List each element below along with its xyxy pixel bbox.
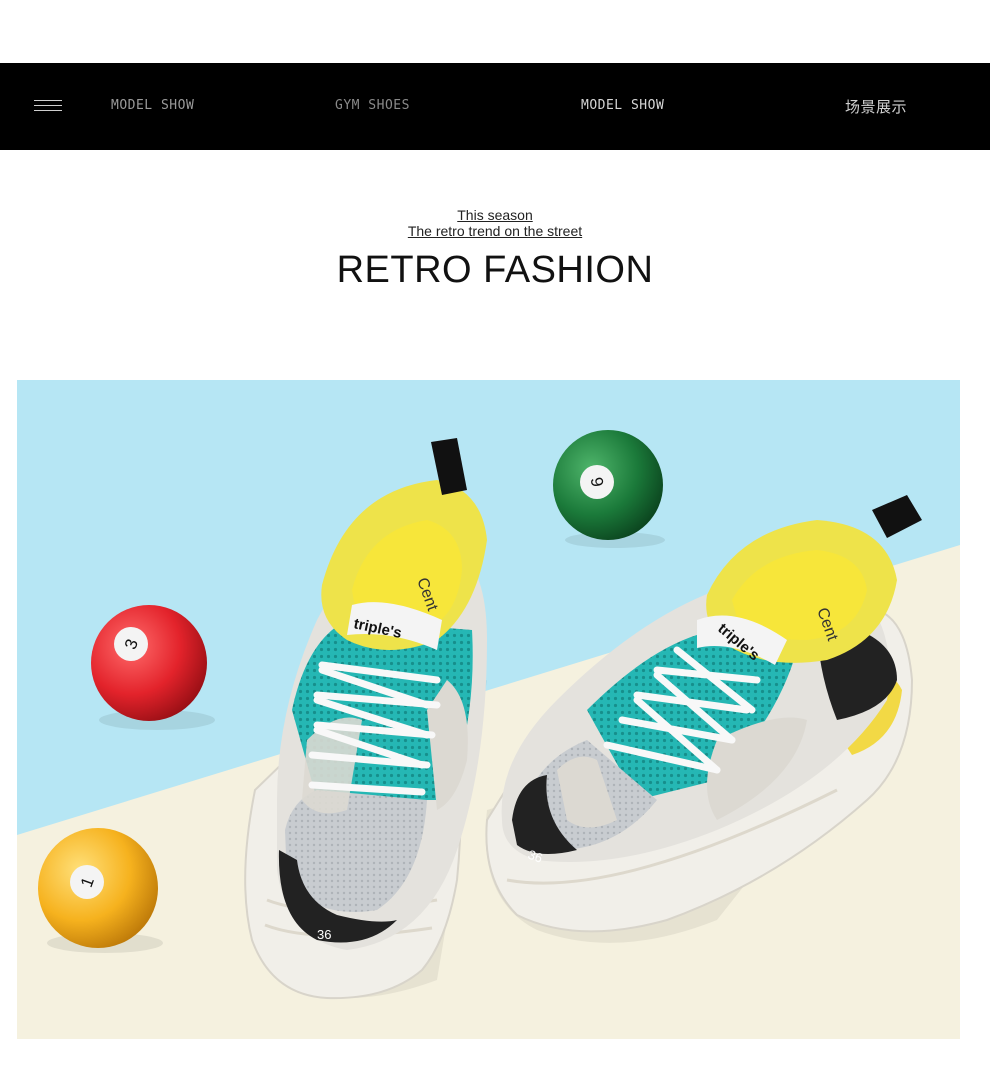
nav-item-model-show-2[interactable]: MODEL SHOW	[581, 98, 664, 113]
billiard-ball-green: 6	[553, 430, 665, 548]
product-photo-illustration: 3 1 6 36 Cent triple's 36 Cent triple's	[17, 430, 960, 1039]
nav-item-gym-shoes[interactable]: GYM SHOES	[335, 98, 410, 113]
size-label-left: 36	[317, 927, 331, 942]
page-title: RETRO FASHION	[336, 249, 654, 291]
headline-block: This season The retro trend on the stree…	[0, 207, 990, 292]
nav-item-scene-display[interactable]: 场景展示	[845, 96, 907, 117]
top-nav-bar: MODEL SHOW GYM SHOES MODEL SHOW 场景展示	[0, 63, 990, 150]
hamburger-menu-icon[interactable]	[34, 100, 62, 114]
product-photo: 3 1 6 36 Cent triple's 36 Cent triple's	[17, 380, 960, 1039]
subtitle-this-season: This season	[457, 207, 533, 223]
billiard-ball-red: 3	[91, 605, 215, 730]
subtitle-retro-trend: The retro trend on the street	[407, 223, 583, 239]
nav-item-model-show[interactable]: MODEL SHOW	[111, 98, 194, 113]
